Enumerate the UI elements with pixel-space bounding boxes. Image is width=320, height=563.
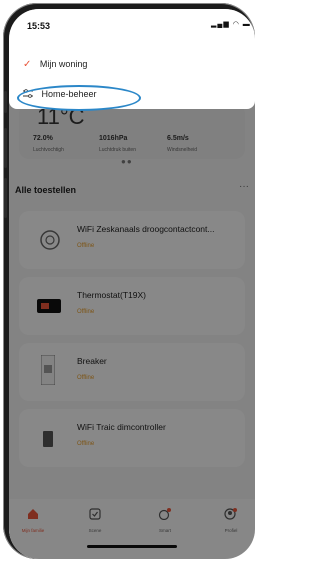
home-dropdown-menu: 15:53 ▂▄▆ ◠ ▬ ✓ Mijn woning Home-beheer bbox=[9, 9, 255, 111]
checkmark-icon: ✓ bbox=[23, 59, 32, 70]
phone-frame: 11°C 72.0% Luchtvochtigh 1016hPa Luchtdr… bbox=[3, 3, 255, 559]
status-time: 15:53 bbox=[27, 21, 51, 31]
battery-icon: ▬ bbox=[242, 21, 251, 28]
phone-side-button bbox=[4, 91, 7, 113]
phone-volume-down bbox=[4, 178, 7, 218]
wifi-icon: ◠ bbox=[232, 21, 240, 28]
app-screen: 11°C 72.0% Luchtvochtigh 1016hPa Luchtdr… bbox=[9, 9, 255, 559]
phone-volume-up bbox=[4, 128, 7, 168]
highlight-annotation bbox=[17, 85, 141, 111]
signal-icon: ▂▄▆ bbox=[211, 21, 230, 28]
menu-item-mijn-woning[interactable]: ✓ Mijn woning bbox=[23, 59, 87, 70]
menu-item-label: Mijn woning bbox=[39, 59, 88, 69]
status-icons: ▂▄▆ ◠ ▬ bbox=[211, 20, 251, 28]
